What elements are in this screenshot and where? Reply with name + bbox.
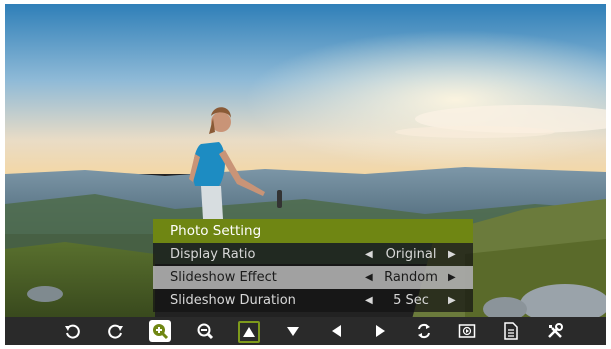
menu-row-label: Display Ratio [170, 247, 256, 262]
zoom-out-icon [197, 323, 214, 340]
triangle-left-icon [332, 325, 341, 337]
toolbar [5, 317, 606, 345]
slideshow-button[interactable] [456, 320, 478, 342]
pan-left-button[interactable] [326, 320, 348, 342]
zoom-in-icon [153, 324, 169, 340]
photo-setting-menu: Photo Setting Display Ratio ◀ Original ▶… [153, 219, 473, 312]
rotate-right-button[interactable] [105, 320, 127, 342]
zoom-out-button[interactable] [194, 320, 216, 342]
arrow-left-icon[interactable]: ◀ [365, 289, 373, 312]
menu-row-slideshow-effect[interactable]: Slideshow Effect ◀ Random ▶ [153, 266, 473, 289]
triangle-right-icon [376, 325, 385, 337]
zoom-in-button[interactable] [149, 320, 171, 342]
menu-row-value: Original [385, 247, 437, 262]
rotate-ccw-icon [65, 324, 80, 339]
arrow-right-icon[interactable]: ▶ [448, 289, 456, 312]
arrow-left-icon[interactable]: ◀ [365, 266, 373, 289]
repeat-button[interactable] [413, 320, 435, 342]
menu-row-value: 5 Sec [393, 293, 429, 308]
info-button[interactable] [500, 320, 522, 342]
photo-viewer: Photo Setting Display Ratio ◀ Original ▶… [5, 4, 606, 345]
tools-icon [548, 323, 563, 338]
arrow-right-icon[interactable]: ▶ [448, 266, 456, 289]
document-icon [504, 322, 518, 340]
rotate-cw-icon [108, 324, 123, 339]
arrow-right-icon[interactable]: ▶ [448, 243, 456, 266]
repeat-icon [418, 323, 430, 339]
pan-right-button[interactable] [369, 320, 391, 342]
menu-row-label: Slideshow Duration [170, 293, 296, 308]
menu-title: Photo Setting [153, 219, 473, 243]
menu-row-label: Slideshow Effect [170, 270, 277, 285]
menu-row-value: Random [384, 270, 438, 285]
arrow-left-icon[interactable]: ◀ [365, 243, 373, 266]
menu-row-slideshow-duration[interactable]: Slideshow Duration ◀ 5 Sec ▶ [153, 289, 473, 312]
pan-down-button[interactable] [282, 320, 304, 342]
rotate-left-button[interactable] [61, 320, 83, 342]
pan-up-button[interactable] [238, 321, 260, 343]
triangle-up-icon [243, 327, 255, 337]
menu-row-display-ratio[interactable]: Display Ratio ◀ Original ▶ [153, 243, 473, 266]
play-box-icon [458, 324, 476, 338]
settings-button[interactable] [544, 320, 566, 342]
triangle-down-icon [287, 327, 299, 336]
